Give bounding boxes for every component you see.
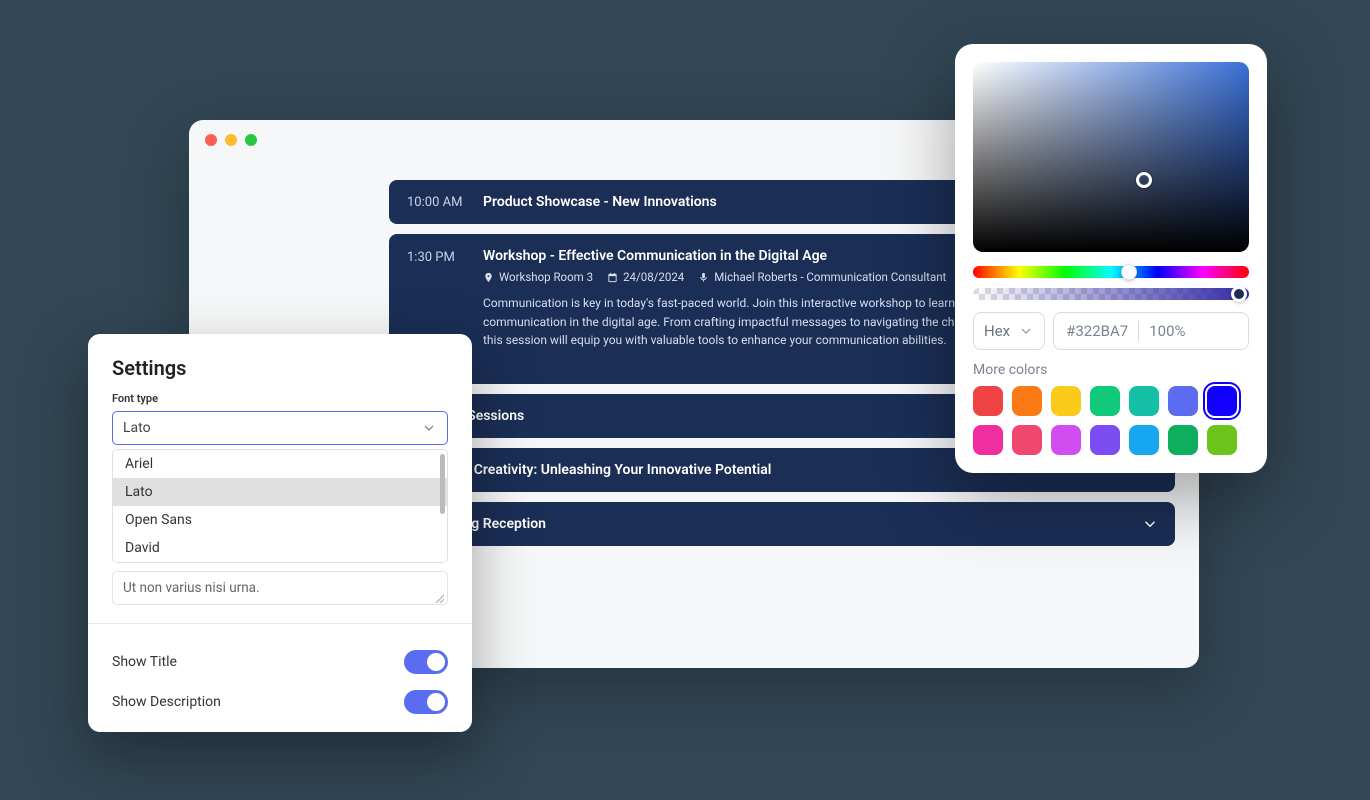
alpha-slider[interactable] bbox=[973, 288, 1249, 300]
font-type-label: Font type bbox=[112, 392, 448, 405]
color-swatch[interactable] bbox=[1207, 425, 1237, 455]
hue-thumb-icon[interactable] bbox=[1121, 264, 1137, 280]
color-swatch[interactable] bbox=[1090, 425, 1120, 455]
text-input[interactable]: Ut non varius nisi urna. bbox=[112, 571, 448, 605]
close-window-icon[interactable] bbox=[205, 134, 217, 146]
show-description-toggle[interactable] bbox=[404, 690, 448, 714]
alpha-value: 100% bbox=[1149, 322, 1185, 340]
font-type-value: Lato bbox=[123, 420, 151, 436]
color-mode-select[interactable]: Hex bbox=[973, 312, 1045, 350]
hex-value: #322BA7 bbox=[1066, 322, 1128, 340]
location-pin-icon bbox=[483, 272, 494, 283]
agenda-item[interactable]: Networking Reception bbox=[389, 502, 1175, 546]
agenda-time: 10:00 AM bbox=[407, 195, 469, 210]
color-picker-panel: Hex #322BA7 100% More colors bbox=[955, 44, 1267, 473]
more-colors-label: More colors bbox=[973, 362, 1249, 378]
show-description-label: Show Description bbox=[112, 694, 221, 710]
alpha-thumb-icon[interactable] bbox=[1231, 286, 1247, 302]
show-title-label: Show Title bbox=[112, 654, 177, 670]
show-description-row: Show Description bbox=[112, 682, 448, 722]
microphone-icon bbox=[698, 272, 709, 283]
agenda-speaker: Michael Roberts - Communication Consulta… bbox=[714, 270, 946, 284]
color-value-input[interactable]: #322BA7 100% bbox=[1053, 312, 1249, 350]
settings-heading: Settings bbox=[112, 356, 448, 380]
text-input-value: Ut non varius nisi urna. bbox=[123, 580, 260, 596]
color-swatches bbox=[973, 386, 1249, 455]
color-swatch[interactable] bbox=[1207, 386, 1237, 416]
chevron-down-icon bbox=[421, 420, 437, 436]
hue-slider[interactable] bbox=[973, 266, 1249, 278]
color-swatch[interactable] bbox=[1129, 425, 1159, 455]
font-type-dropdown: Ariel Lato Open Sans David bbox=[112, 449, 448, 563]
color-swatch[interactable] bbox=[1051, 425, 1081, 455]
font-option[interactable]: Ariel bbox=[113, 450, 447, 478]
font-option[interactable]: Open Sans bbox=[113, 506, 447, 534]
sv-cursor-icon[interactable] bbox=[1136, 172, 1152, 188]
minimize-window-icon[interactable] bbox=[225, 134, 237, 146]
chevron-down-icon bbox=[1018, 323, 1034, 339]
color-swatch[interactable] bbox=[1051, 386, 1081, 416]
settings-panel: Settings Font type Lato Ariel Lato Open … bbox=[88, 334, 472, 732]
color-swatch[interactable] bbox=[1168, 425, 1198, 455]
resize-handle-icon[interactable] bbox=[434, 591, 444, 601]
color-swatch[interactable] bbox=[1168, 386, 1198, 416]
show-title-row: Show Title bbox=[112, 642, 448, 682]
agenda-date: 24/08/2024 bbox=[623, 270, 684, 284]
dropdown-scrollbar[interactable] bbox=[440, 454, 445, 534]
agenda-title: Product Showcase - New Innovations bbox=[483, 194, 717, 210]
calendar-icon bbox=[607, 272, 618, 283]
color-swatch[interactable] bbox=[1090, 386, 1120, 416]
divider bbox=[88, 623, 472, 624]
font-type-select[interactable]: Lato bbox=[112, 411, 448, 445]
saturation-value-panel[interactable] bbox=[973, 62, 1249, 252]
color-mode-value: Hex bbox=[984, 322, 1010, 340]
chevron-down-icon[interactable] bbox=[1141, 515, 1159, 533]
color-swatch[interactable] bbox=[1129, 386, 1159, 416]
font-option[interactable]: David bbox=[113, 534, 447, 562]
color-swatch[interactable] bbox=[973, 425, 1003, 455]
show-title-toggle[interactable] bbox=[404, 650, 448, 674]
maximize-window-icon[interactable] bbox=[245, 134, 257, 146]
agenda-location: Workshop Room 3 bbox=[499, 270, 593, 284]
font-option[interactable]: Lato bbox=[113, 478, 447, 506]
color-swatch[interactable] bbox=[1012, 386, 1042, 416]
color-swatch[interactable] bbox=[973, 386, 1003, 416]
agenda-time: 1:30 PM bbox=[407, 248, 469, 268]
color-swatch[interactable] bbox=[1012, 425, 1042, 455]
divider bbox=[1138, 321, 1139, 341]
